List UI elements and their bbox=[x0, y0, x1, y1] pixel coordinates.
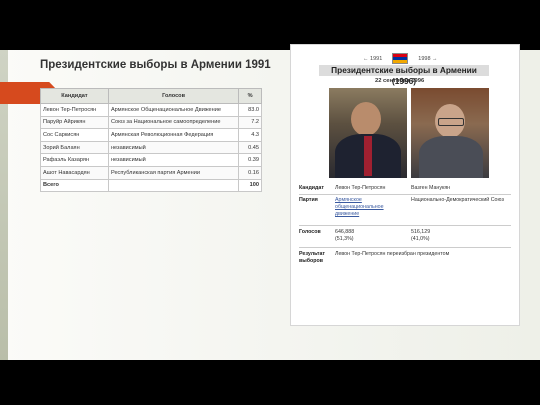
header-candidate: Кандидат bbox=[40, 88, 109, 104]
total-empty bbox=[107, 178, 240, 193]
cell-candidate: Паруйр Айрикян bbox=[40, 115, 109, 130]
header-pct: % bbox=[238, 88, 262, 104]
next-election-link[interactable]: 1998 → bbox=[418, 56, 437, 62]
flag-stripe-orange bbox=[393, 60, 408, 63]
result-text: Левон Тер-Петросян переизбран президенто… bbox=[335, 251, 450, 257]
armenia-flag-icon bbox=[392, 53, 409, 64]
cell-party: Армянская Революционная Федерация bbox=[107, 128, 240, 142]
cell-candidate: Рафаэль Казарян bbox=[40, 153, 109, 167]
party-label: Партия bbox=[299, 197, 318, 203]
candidate-2-name[interactable]: Вазген Манукян bbox=[411, 185, 507, 192]
election-date: 22 сентября 1996 bbox=[375, 78, 425, 84]
votes-1: 646,888 (51,3%) bbox=[335, 229, 407, 243]
cell-pct: 0.16 bbox=[238, 165, 262, 180]
party-2[interactable]: Национально-Демократический Союз bbox=[411, 197, 507, 204]
table-row: Паруйр Айрикян Союз за Национальное само… bbox=[40, 115, 262, 130]
prev-election-link[interactable]: ← 1991 bbox=[363, 56, 382, 62]
result-label: Результат выборов bbox=[299, 251, 326, 264]
candidate-1-name[interactable]: Левон Тер-Петросян bbox=[335, 185, 407, 192]
total-value: 100 bbox=[238, 178, 262, 193]
cell-candidate: Зорий Балаян bbox=[40, 140, 109, 155]
cell-party: независимый bbox=[107, 153, 240, 167]
table-row: Левон Тер-Петросян Армянское Общенациона… bbox=[40, 103, 262, 117]
candidate-label: Кандидат bbox=[299, 185, 324, 191]
cell-pct: 0.39 bbox=[238, 153, 262, 167]
table-row: Ашот Навасардян Республиканская партия А… bbox=[40, 165, 262, 180]
votes-2-pct: (41,0%) bbox=[411, 236, 430, 242]
cell-pct: 7.2 bbox=[238, 115, 262, 130]
cell-candidate: Левон Тер-Петросян bbox=[40, 103, 109, 117]
votes-2-count: 516,129 bbox=[411, 229, 431, 235]
party-1-link[interactable]: Армянское общенациональное движение bbox=[335, 197, 384, 217]
election-infobox: ← 1991 1998 → Президентские выборы в Арм… bbox=[290, 44, 520, 326]
row-divider bbox=[299, 247, 511, 248]
results-table: Кандидат Голосов % Левон Тер-Петросян Ар… bbox=[40, 88, 262, 193]
slide-title: Президентские выборы в Армении 1991 bbox=[40, 59, 271, 71]
row-divider bbox=[299, 194, 511, 195]
table-row: Зорий Балаян независимый 0.45 bbox=[40, 140, 262, 155]
candidate-1-photo bbox=[329, 88, 407, 178]
votes-1-count: 646,888 bbox=[335, 229, 355, 235]
table-header-row: Кандидат Голосов % bbox=[40, 88, 262, 104]
cell-pct: 0.45 bbox=[238, 140, 262, 155]
votes-1-pct: (51,3%) bbox=[335, 236, 354, 242]
cell-party: Союз за Национальное самоопределение bbox=[107, 115, 240, 130]
row-divider bbox=[299, 225, 511, 226]
cell-candidate: Сос Саркисян bbox=[40, 128, 109, 142]
cell-pct: 4.3 bbox=[238, 128, 262, 142]
table-row: Сос Саркисян Армянская Революционная Фед… bbox=[40, 128, 262, 142]
infobox-title: Президентские выборы в Армении (1996) bbox=[319, 65, 489, 86]
cell-pct: 83.0 bbox=[238, 103, 262, 117]
cell-party: Республиканская партия Армении bbox=[107, 165, 240, 180]
candidate-2-photo bbox=[411, 88, 489, 178]
party-1[interactable]: Армянское общенациональное движение bbox=[335, 197, 407, 218]
cell-candidate: Ашот Навасардян bbox=[40, 165, 109, 180]
votes-2: 516,129 (41,0%) bbox=[411, 229, 507, 243]
header-votes: Голосов bbox=[107, 88, 240, 104]
year-navigation: ← 1991 1998 → bbox=[363, 53, 438, 64]
votes-label: Голосов bbox=[299, 229, 321, 235]
table-total-row: Всего 100 bbox=[40, 178, 262, 193]
table-row: Рафаэль Казарян независимый 0.39 bbox=[40, 153, 262, 167]
cell-party: независимый bbox=[107, 140, 240, 155]
total-label: Всего bbox=[40, 178, 109, 193]
cell-party: Армянское Общенациональное Движение bbox=[107, 103, 240, 117]
